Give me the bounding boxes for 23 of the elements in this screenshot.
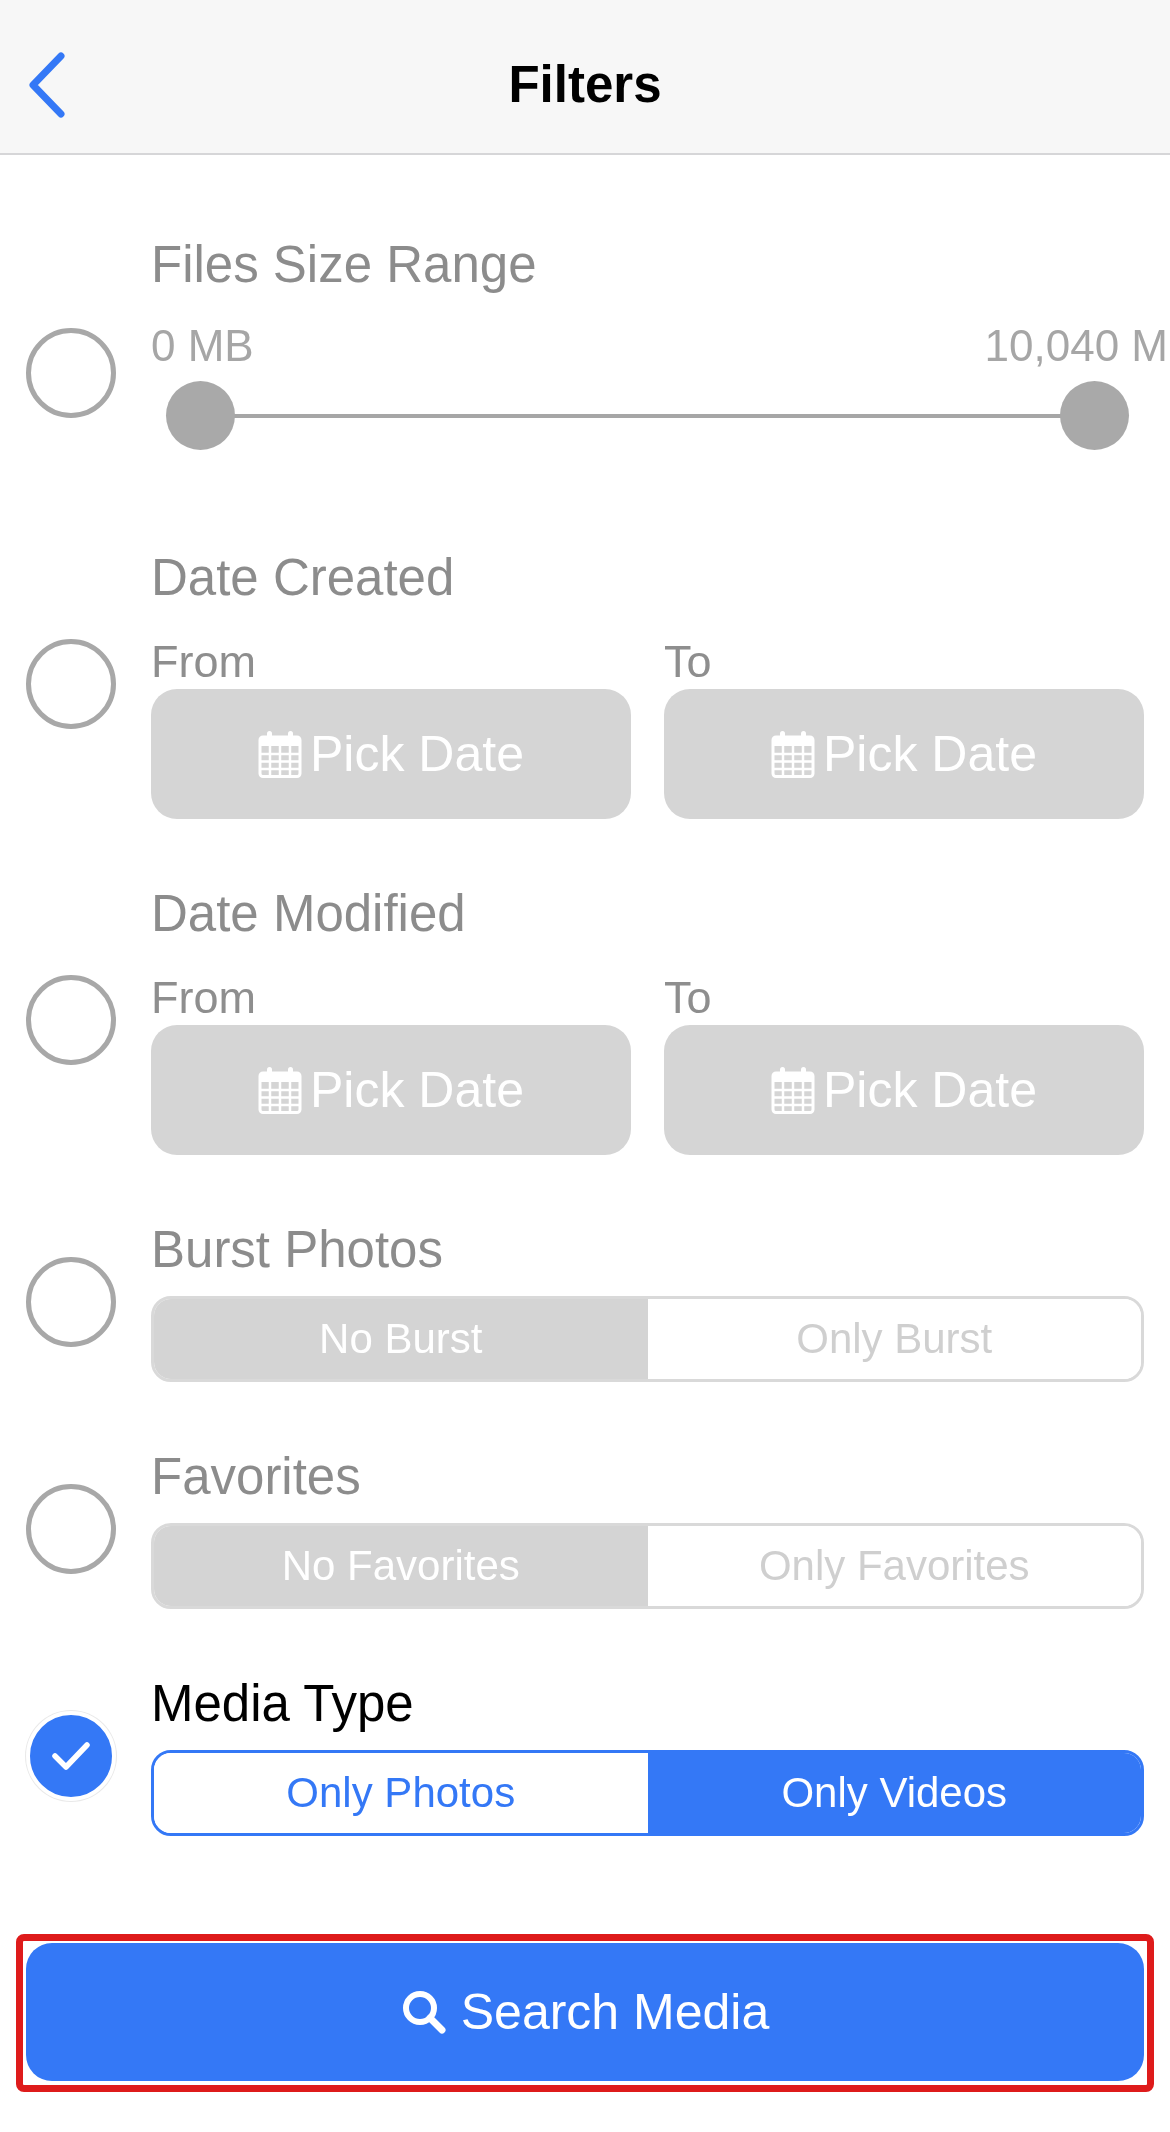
range-slider-track[interactable] <box>166 381 1129 450</box>
field-label: From <box>151 636 257 688</box>
range-min-label: 0 MB <box>151 320 254 372</box>
filter-title: Favorites <box>151 1448 362 1506</box>
segment-option[interactable]: Only Videos <box>647 1753 1141 1833</box>
checkmark-icon <box>51 1740 91 1771</box>
filter-title: Files Size Range <box>151 236 538 294</box>
search-icon <box>400 1989 447 2035</box>
field-label: From <box>151 972 257 1024</box>
calendar-icon <box>771 730 815 778</box>
filter-title: Date Modified <box>151 885 467 943</box>
chevron-left-icon[interactable] <box>27 51 67 118</box>
calendar-icon <box>258 1066 302 1114</box>
filter-title: Burst Photos <box>151 1221 444 1279</box>
field-label: To <box>664 972 713 1024</box>
search-media-button[interactable]: Search Media <box>26 1943 1144 2081</box>
calendar-icon <box>771 1066 815 1114</box>
screen-title: Filters <box>508 54 662 115</box>
filter-title: Media Type <box>151 1675 415 1733</box>
calendar-icon <box>258 730 302 778</box>
range-max-label: 10,040 M <box>984 320 1168 372</box>
field-label: To <box>664 636 713 688</box>
filter-title: Date Created <box>151 549 456 607</box>
